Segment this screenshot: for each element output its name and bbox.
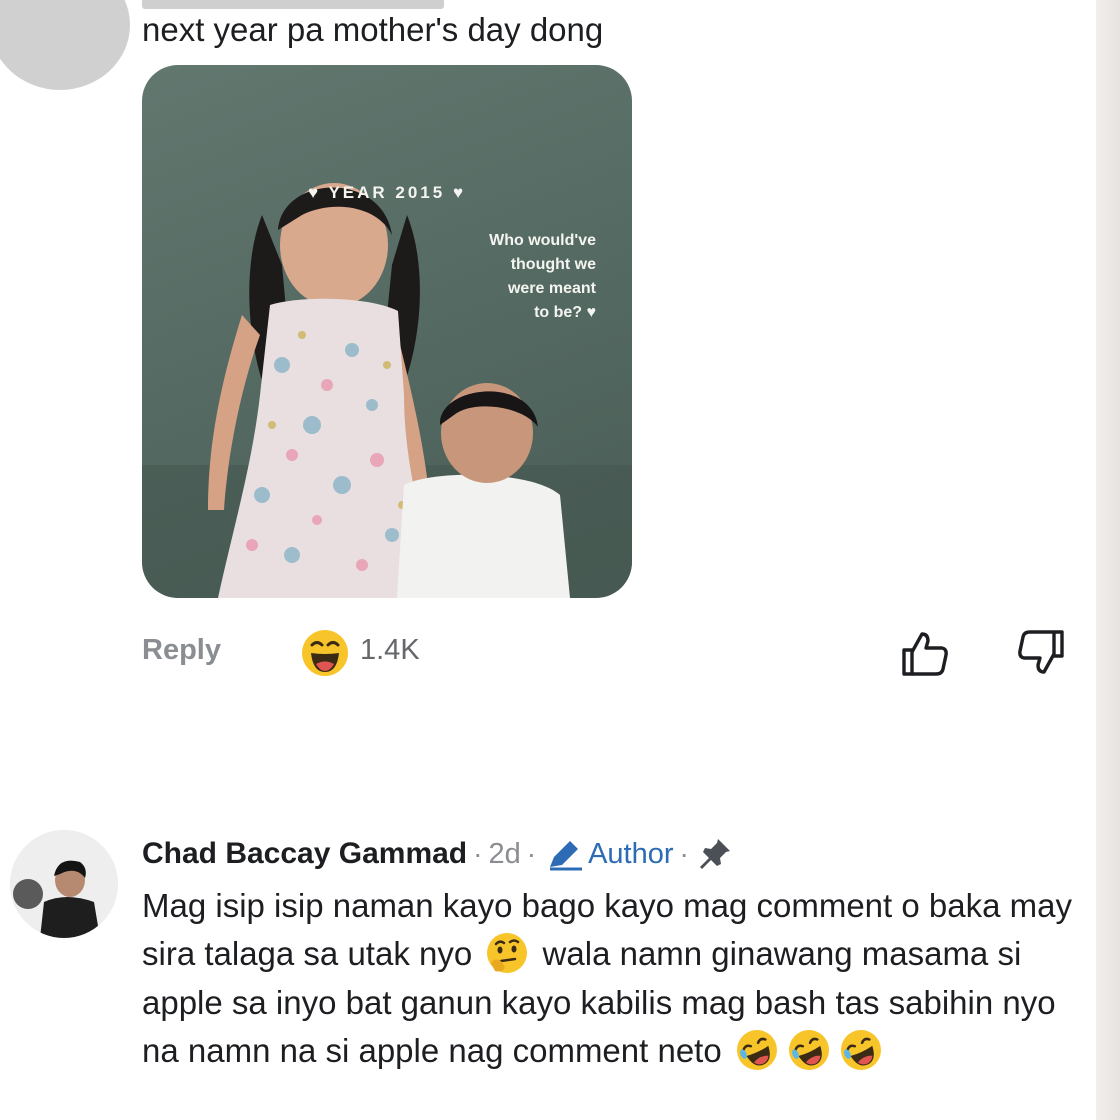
author-avatar-image — [10, 830, 118, 938]
meta-separator: · — [473, 838, 483, 869]
reply-button[interactable]: Reply — [142, 634, 221, 667]
photo-year-label: ♥ YEAR 2015 ♥ — [307, 183, 467, 202]
comment-timestamp[interactable]: 2d — [488, 838, 520, 871]
comment-text: next year pa mother's day dong — [142, 11, 604, 48]
photo-caption: Who would've thought we were meant to be… — [396, 229, 596, 325]
comment-body: Mag isip isip naman kayo bago kayo mag c… — [142, 882, 1092, 1076]
reaction-count: 1.4K — [360, 634, 420, 666]
caption-line: to be? ♥ — [534, 304, 596, 321]
rolling-on-floor-laughing-emoji-icon — [736, 1030, 777, 1071]
meta-separator: · — [679, 838, 689, 869]
thumbs-up-icon[interactable] — [898, 626, 952, 680]
comment-photo-attachment[interactable]: ♥ YEAR 2015 ♥ Who would've thought we we… — [142, 65, 632, 598]
caption-line: thought we — [510, 256, 596, 273]
comment-header: Chad Baccay Gammad · 2d · Author · — [142, 834, 733, 874]
author-avatar[interactable] — [10, 830, 118, 938]
caption-line: Who would've — [489, 232, 596, 249]
photo-illustration — [142, 183, 632, 598]
laughing-face-emoji-icon[interactable] — [300, 628, 350, 678]
thinking-face-emoji-icon — [487, 933, 528, 974]
pin-icon — [699, 839, 730, 869]
commenter-avatar[interactable] — [0, 0, 130, 90]
caption-line: were meant — [507, 280, 596, 297]
thumbs-down-icon[interactable] — [1014, 626, 1068, 680]
rolling-on-floor-laughing-emoji-icon — [788, 1030, 829, 1071]
edge-strip — [1096, 0, 1120, 1120]
author-name[interactable]: Chad Baccay Gammad — [142, 837, 467, 871]
meta-separator: · — [526, 838, 537, 869]
rolling-on-floor-laughing-emoji-icon — [840, 1030, 881, 1071]
author-badge: Author — [588, 837, 674, 870]
pencil-icon — [550, 841, 583, 871]
